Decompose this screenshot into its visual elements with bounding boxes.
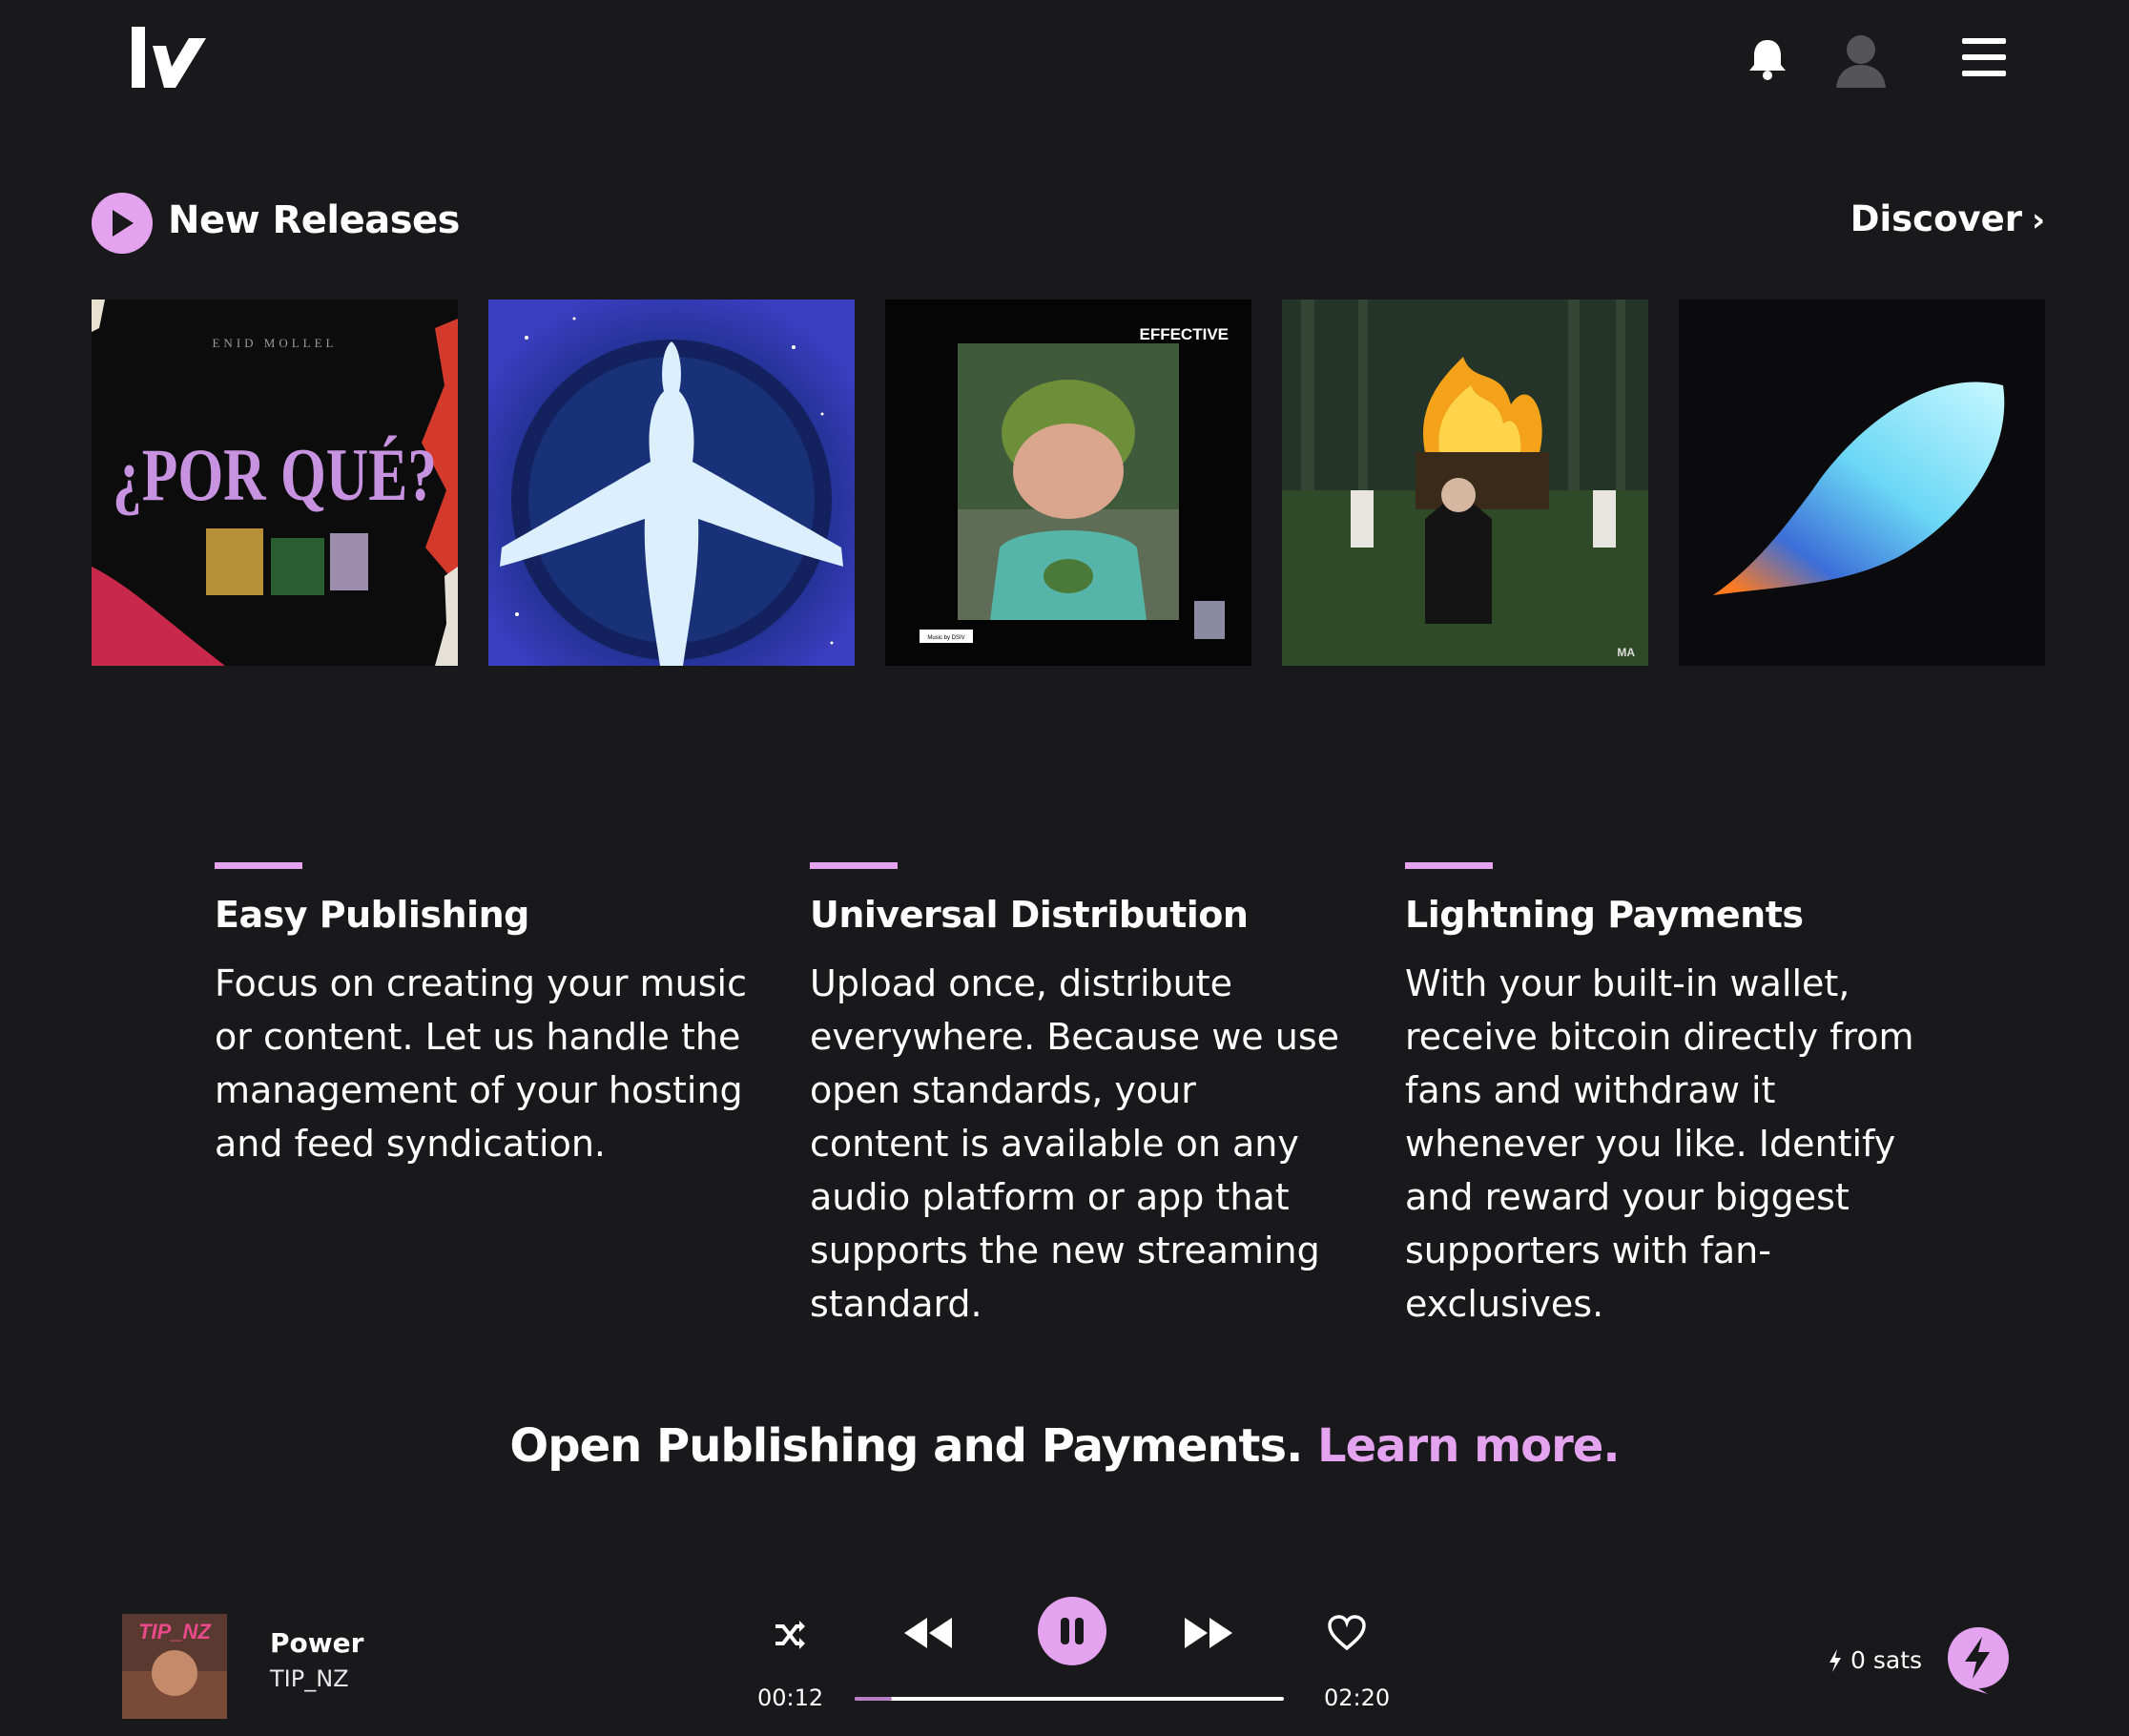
accent-bar	[810, 862, 898, 869]
feature-body: Upload once, distribute everywhere. Beca…	[810, 962, 1339, 1325]
feature-title: Lightning Payments	[1405, 894, 1804, 936]
accent-bar	[1405, 862, 1493, 869]
audio-player: TIP_NZ Power TIP_NZ 00:12 02:20 0 sats	[0, 1583, 2129, 1736]
feature-body: With your built-in wallet, receive bitco…	[1405, 962, 1914, 1325]
progress-bar[interactable]	[855, 1697, 1284, 1701]
progress-fill	[855, 1697, 892, 1701]
new-releases-header: New Releases Discover ›	[92, 191, 2045, 256]
heart-icon[interactable]	[1326, 1614, 1368, 1652]
rewind-icon[interactable]	[902, 1614, 954, 1652]
tagline: Open Publishing and Payments. Learn more…	[0, 1419, 2129, 1473]
shuffle-icon[interactable]	[773, 1618, 807, 1652]
new-releases-row: ENID MOLLEL ¿POR QUÉ? EFFECTIVE Music by…	[92, 300, 2047, 666]
release-cover[interactable]: EFFECTIVE Music by DSIV	[885, 300, 1251, 666]
section-title: New Releases	[168, 198, 461, 242]
duration-time: 02:20	[1324, 1684, 1391, 1711]
chevron-right-icon: ›	[2031, 201, 2045, 239]
cover-text-top: ENID MOLLEL	[212, 336, 337, 350]
wavlake-logo[interactable]	[128, 25, 210, 92]
feature-universal-distribution: Universal Distribution Upload once, dist…	[810, 862, 1344, 1331]
cover-text-main: ¿POR QUÉ?	[113, 433, 437, 516]
user-avatar-icon[interactable]	[1834, 32, 1888, 90]
sats-label: 0 sats	[1850, 1646, 1923, 1674]
cover-text-main: MA	[1617, 646, 1635, 659]
feature-body: Focus on creating your music or content.…	[215, 962, 747, 1165]
artwork-text: TIP_NZ	[138, 1620, 212, 1643]
release-cover[interactable]	[488, 300, 855, 666]
release-cover[interactable]: MA	[1282, 300, 1648, 666]
now-playing-artwork[interactable]: TIP_NZ	[122, 1614, 227, 1719]
track-title[interactable]: Power	[270, 1627, 363, 1659]
cover-text-main: Music by DSIV	[927, 635, 964, 641]
track-artist[interactable]: TIP_NZ	[270, 1665, 349, 1692]
hamburger-menu-icon[interactable]	[1960, 36, 2008, 78]
lightning-icon	[1829, 1649, 1841, 1672]
accent-bar	[215, 862, 302, 869]
feature-easy-publishing: Easy Publishing Focus on creating your m…	[215, 862, 749, 1170]
tagline-text: Open Publishing and Payments.	[509, 1419, 1303, 1473]
sats-balance: 0 sats	[1828, 1646, 1922, 1674]
feature-lightning-payments: Lightning Payments With your built-in wa…	[1405, 862, 1939, 1331]
top-nav	[0, 0, 2129, 124]
boost-lightning-button[interactable]	[1946, 1625, 2011, 1694]
learn-more-link[interactable]: Learn more.	[1317, 1419, 1621, 1473]
discover-label: Discover	[1850, 198, 2022, 239]
discover-link[interactable]: Discover ›	[1850, 198, 2045, 239]
release-cover[interactable]: ENID MOLLEL ¿POR QUÉ?	[92, 300, 458, 666]
pause-icon	[1061, 1618, 1084, 1644]
cover-text-top: EFFECTIVE	[1139, 325, 1229, 343]
elapsed-time: 00:12	[757, 1684, 824, 1711]
bell-icon[interactable]	[1746, 36, 1789, 82]
fast-forward-icon[interactable]	[1183, 1614, 1234, 1652]
feature-title: Universal Distribution	[810, 894, 1249, 936]
pause-button[interactable]	[1038, 1597, 1106, 1665]
play-circle-icon	[92, 193, 153, 254]
release-cover[interactable]	[1679, 300, 2045, 666]
feature-title: Easy Publishing	[215, 894, 529, 936]
